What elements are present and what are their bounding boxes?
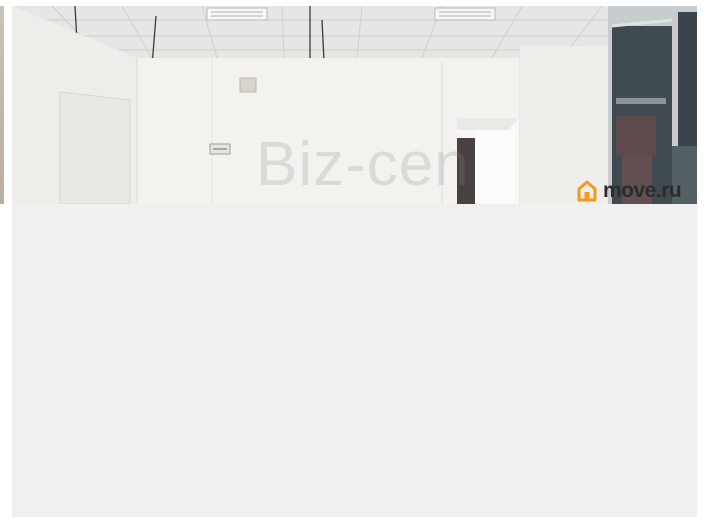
watermark-text: Biz-cen (256, 130, 470, 199)
brand-name: move.ru (603, 179, 682, 202)
house-logo-icon (577, 180, 597, 202)
move-ru-watermark: move.ru (575, 177, 682, 204)
image-placeholder (12, 204, 697, 517)
previous-image-edge[interactable] (0, 6, 4, 204)
office-room-photo: Biz-cen move.ru (12, 6, 697, 204)
ceiling-light (206, 7, 268, 21)
image-viewer: Biz-cen move.ru (0, 0, 708, 521)
